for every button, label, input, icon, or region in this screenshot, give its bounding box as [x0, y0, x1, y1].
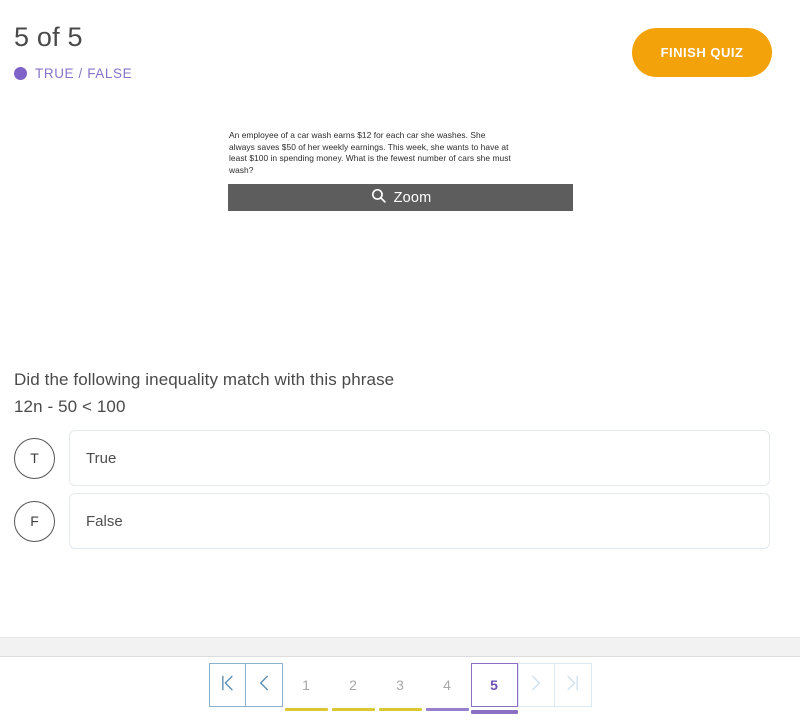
page-status-bar-2: [331, 708, 375, 711]
chevron-right-icon: [526, 672, 546, 699]
question-media: An employee of a car wash earns $12 for …: [228, 128, 573, 211]
page-title: 5 of 5: [14, 22, 83, 52]
page-button-4[interactable]: 4: [424, 663, 471, 711]
question-type-badge: TRUE / FALSE: [14, 66, 132, 81]
page-button-3[interactable]: 3: [377, 663, 424, 711]
choice-label-false[interactable]: False: [69, 493, 770, 549]
first-page-button[interactable]: [208, 663, 246, 707]
question-stem: Did the following inequality match with …: [14, 366, 774, 420]
pagination: 1 2 3 4 5: [0, 663, 800, 722]
choice-label-true[interactable]: True: [69, 430, 770, 486]
answer-choice-true[interactable]: T True: [14, 430, 770, 486]
page-status-bar-4: [425, 708, 469, 711]
search-icon: [370, 187, 387, 209]
page-number-1: 1: [302, 677, 310, 693]
chevron-left-icon: [254, 672, 274, 699]
previous-page-button[interactable]: [245, 663, 283, 707]
question-image-passage: An employee of a car wash earns $12 for …: [229, 130, 511, 175]
page-button-2[interactable]: 2: [330, 663, 377, 711]
answer-choice-false[interactable]: F False: [14, 493, 770, 549]
last-page-icon: [563, 672, 583, 699]
page-number-5: 5: [490, 677, 498, 693]
last-page-button[interactable]: [554, 663, 592, 707]
choice-marker-t: T: [14, 437, 55, 479]
page-status-bar-3: [378, 708, 422, 711]
finish-quiz-button[interactable]: FINISH QUIZ: [632, 28, 772, 77]
choice-marker-f: F: [14, 500, 55, 542]
zoom-button[interactable]: Zoom: [228, 184, 573, 211]
page-number-2: 2: [349, 677, 357, 693]
page-status-bar-5: [470, 710, 518, 714]
quiz-page: 5 of 5 TRUE / FALSE FINISH QUIZ An emplo…: [0, 0, 800, 722]
footer-divider: [0, 637, 800, 657]
question-expression: 12n - 50 < 100: [14, 397, 126, 416]
answer-choice-list: T True F False: [14, 430, 770, 556]
page-number-4: 4: [443, 677, 451, 693]
question-prompt: Did the following inequality match with …: [14, 370, 395, 389]
quiz-header: 5 of 5 TRUE / FALSE FINISH QUIZ: [0, 0, 800, 100]
first-page-icon: [217, 672, 237, 699]
page-button-5[interactable]: 5: [470, 663, 518, 714]
page-number-3: 3: [396, 677, 404, 693]
question-type-label: TRUE / FALSE: [35, 66, 133, 81]
next-page-button[interactable]: [517, 663, 555, 707]
page-button-1[interactable]: 1: [283, 663, 330, 711]
question-type-dot-icon: [14, 67, 27, 80]
page-number-list: 1 2 3 4 5: [283, 663, 518, 714]
zoom-label: Zoom: [393, 189, 432, 206]
page-status-bar-1: [284, 708, 328, 711]
